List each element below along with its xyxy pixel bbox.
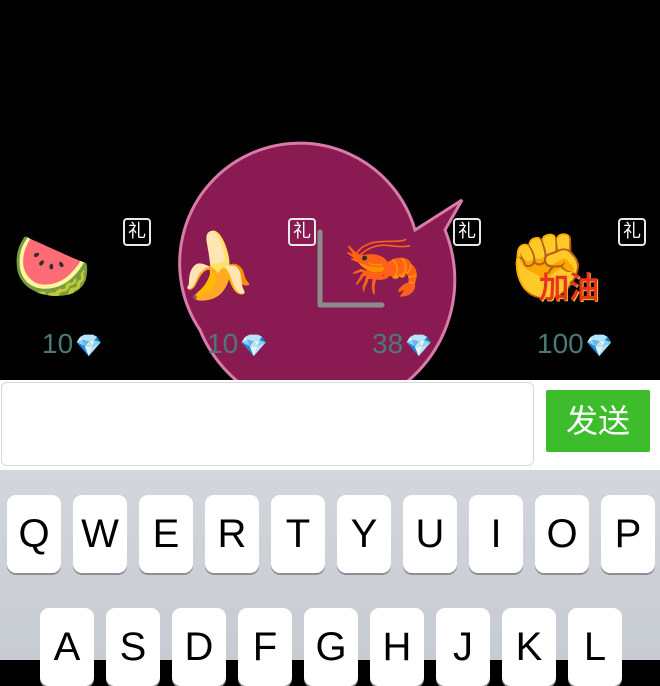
key-d[interactable]: D — [172, 608, 226, 686]
gift-price: 10💎 — [207, 328, 268, 359]
key-s[interactable]: S — [106, 608, 160, 686]
gift-tag-icon: 礼 — [288, 218, 316, 246]
live-stage: 🍉 礼 10💎 🍌 礼 10💎 🦐 礼 38💎 ✊ 加油 礼 100💎 — [0, 0, 660, 380]
key-w[interactable]: W — [73, 495, 127, 573]
key-i[interactable]: I — [469, 495, 523, 573]
key-f[interactable]: F — [238, 608, 292, 686]
shrimp-icon: 🦐 — [342, 230, 422, 304]
gift-cheer[interactable]: ✊ 加油 礼 100💎 — [495, 215, 646, 375]
key-o[interactable]: O — [535, 495, 589, 573]
key-r[interactable]: R — [205, 495, 259, 573]
key-j[interactable]: J — [436, 608, 490, 686]
cheer-text: 加油 — [539, 271, 599, 306]
send-button[interactable]: 发送 — [546, 390, 650, 452]
key-l[interactable]: L — [568, 608, 622, 686]
diamond-icon: 💎 — [75, 333, 103, 358]
key-q[interactable]: Q — [7, 495, 61, 573]
gift-tag-icon: 礼 — [453, 218, 481, 246]
diamond-icon: 💎 — [240, 333, 268, 358]
key-k[interactable]: K — [502, 608, 556, 686]
watermelon-icon: 🍉 — [12, 230, 92, 304]
message-input[interactable] — [1, 382, 534, 466]
key-e[interactable]: E — [139, 495, 193, 573]
gift-banana[interactable]: 🍌 礼 10💎 — [165, 215, 316, 375]
gift-price: 100💎 — [537, 328, 614, 359]
key-p[interactable]: P — [601, 495, 655, 573]
gift-tag-icon: 礼 — [123, 218, 151, 246]
gift-shrimp[interactable]: 🦐 礼 38💎 — [330, 215, 481, 375]
banana-icon: 🍌 — [177, 230, 257, 304]
gift-price: 38💎 — [372, 328, 433, 359]
keyboard: Q W E R T Y U I O P A S D F G H J K L — [0, 470, 660, 686]
gift-watermelon[interactable]: 🍉 礼 10💎 — [0, 215, 151, 375]
key-y[interactable]: Y — [337, 495, 391, 573]
message-input-bar: 发送 — [0, 380, 660, 470]
key-g[interactable]: G — [304, 608, 358, 686]
diamond-icon: 💎 — [405, 333, 433, 358]
key-t[interactable]: T — [271, 495, 325, 573]
diamond-icon: 💎 — [585, 333, 614, 358]
key-a[interactable]: A — [40, 608, 94, 686]
key-u[interactable]: U — [403, 495, 457, 573]
key-h[interactable]: H — [370, 608, 424, 686]
gift-tag-icon: 礼 — [618, 218, 646, 246]
gift-price: 10💎 — [42, 328, 103, 359]
